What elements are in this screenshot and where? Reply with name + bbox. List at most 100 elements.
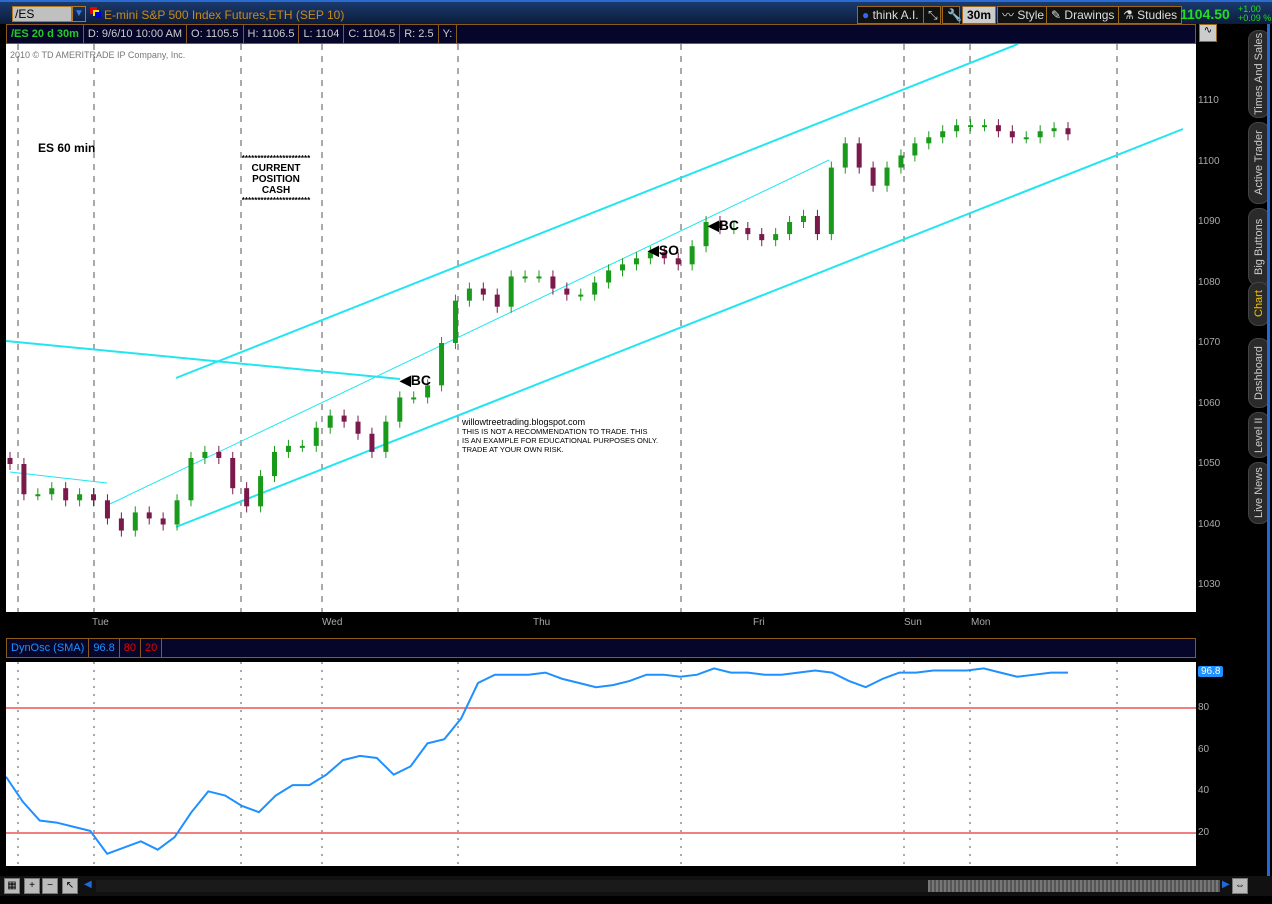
osc-tick: 20 [1198,827,1210,838]
candle-body [411,397,417,400]
osc-tick: 80 [1198,702,1210,714]
info-open: O: 1105.5 [187,25,244,43]
drawing-tool-icon[interactable]: ⤡ [923,6,941,24]
candle-body [522,276,528,279]
candle-body [981,125,987,128]
trend-line [6,340,401,380]
link-color-icon[interactable] [90,7,102,19]
grid-icon[interactable]: ▦ [4,878,20,894]
copyright: 2010 © TD AMERITRADE IP Company, Inc. [10,50,186,60]
price-tick: 1050 [1198,458,1221,469]
signal-label: BC [410,372,432,388]
candle-body [439,343,445,386]
candle-body [91,494,97,501]
zoom-in-icon[interactable]: + [24,878,40,894]
disclaimer: willowtreetrading.blogspot.com THIS IS N… [462,418,659,455]
price-tick: 1060 [1198,397,1221,409]
candle-body [675,258,681,265]
drawings-button[interactable]: ✎ Drawings [1046,6,1120,24]
position-value: CASH [261,185,291,196]
time-tick: Wed [322,617,343,628]
candle-body [995,125,1001,132]
symbol-dropdown-button[interactable]: ▼ [72,6,86,22]
scroll-left-icon[interactable]: ◀ [84,879,92,890]
candle-body [870,167,876,186]
candle-body [299,445,305,448]
oscillator-header: DynOsc (SMA) 96.8 80 20 [6,638,1196,658]
disclaimer-line: IS AN EXAMPLE FOR EDUCATIONAL PURPOSES O… [462,436,659,445]
candle-body [35,494,41,497]
candle-body [7,457,13,464]
candle-body [898,155,904,168]
price-tick: 1040 [1198,518,1221,530]
candle-body [508,276,514,307]
think-ai-button[interactable]: ● think A.I. [857,6,924,24]
cursor-icon[interactable]: ↖ [62,878,78,894]
pencil-icon: ✎ [1051,8,1062,22]
candle-body [313,427,319,446]
candle-body [341,415,347,422]
position-note: ********************** CURRENT POSITION … [228,154,324,205]
oscillator-chart[interactable] [5,662,1196,866]
price-tick: 1070 [1198,337,1221,348]
candle-body [63,488,69,501]
wrench-icon[interactable]: 🔧 [942,6,962,24]
timeframe-button[interactable]: 30m [962,6,997,24]
price-chart-svg [6,44,1184,612]
signal-bc-2: ◀BC [708,217,740,233]
time-tick: Tue [92,617,109,628]
price-tick: 1090 [1198,216,1221,227]
candle-body [940,131,946,138]
price-chart[interactable]: 2010 © TD AMERITRADE IP Company, Inc. ES… [6,44,1196,612]
style-label: Style [1017,8,1045,22]
candle-body [564,288,570,295]
drawings-label: Drawings [1064,8,1115,22]
candle-body [327,415,333,428]
think-ai-label: think A.I. [872,8,919,22]
candle-body [1051,128,1057,132]
studies-label: Studies [1137,8,1178,22]
candle-body [689,246,695,265]
candle-body [397,397,403,422]
time-tick: Thu [533,617,551,628]
candle-body [1009,131,1015,138]
osc-tick: 60 [1198,743,1210,755]
info-y: Y: [439,25,458,43]
info-range: R: 2.5 [400,25,439,43]
candle-body [592,282,598,295]
chart-label: ES 60 min [38,141,96,155]
chart-settings-icon[interactable]: ∿ [1199,24,1217,42]
instrument-description: E-mini S&P 500 Index Futures,ETH (SEP 10… [104,8,345,22]
chart-style-icon: 〰 [1002,8,1015,22]
globe-icon: ● [862,8,870,22]
oscillator-svg [5,662,1196,866]
osc-current-badge: 96.8 [1198,666,1224,677]
style-button[interactable]: 〰 Style [997,6,1050,24]
symbol-input[interactable]: /ES [12,6,72,22]
scroll-right-icon[interactable]: ▶ [1222,879,1230,890]
candle-body [188,457,194,501]
studies-button[interactable]: ⚗ Studies [1118,6,1183,24]
osc-tick: 40 [1198,785,1210,797]
osc-lower: 20 [141,639,163,657]
info-date: D: 9/6/10 10:00 AM [84,25,188,43]
signal-label: SO [658,242,680,258]
channel-lower-line [175,128,1184,528]
horizontal-scrollbar[interactable] [96,880,1220,892]
expand-icon[interactable]: ⇔ [1232,878,1248,894]
bottom-toolbar: ▦ + − ↖ ◀ ▶ ⇔ [0,876,1272,896]
candle-body [21,464,27,495]
candle-body [633,258,639,265]
price-tick: 1100 [1198,155,1220,167]
stars-top: ********************** [241,154,311,163]
title-bar: /ES ▼ E-mini S&P 500 Index Futures,ETH (… [0,0,1272,24]
time-tick: Mon [971,617,991,628]
candle-body [801,215,806,222]
candle-body [1023,137,1029,140]
zoom-out-icon[interactable]: − [42,878,58,894]
signal-bc-1: ◀BC [400,372,432,388]
candle-body [216,451,222,458]
candle-body [244,488,250,507]
signal-label: BC [718,217,740,233]
scrollbar-thumb[interactable] [928,880,1220,892]
